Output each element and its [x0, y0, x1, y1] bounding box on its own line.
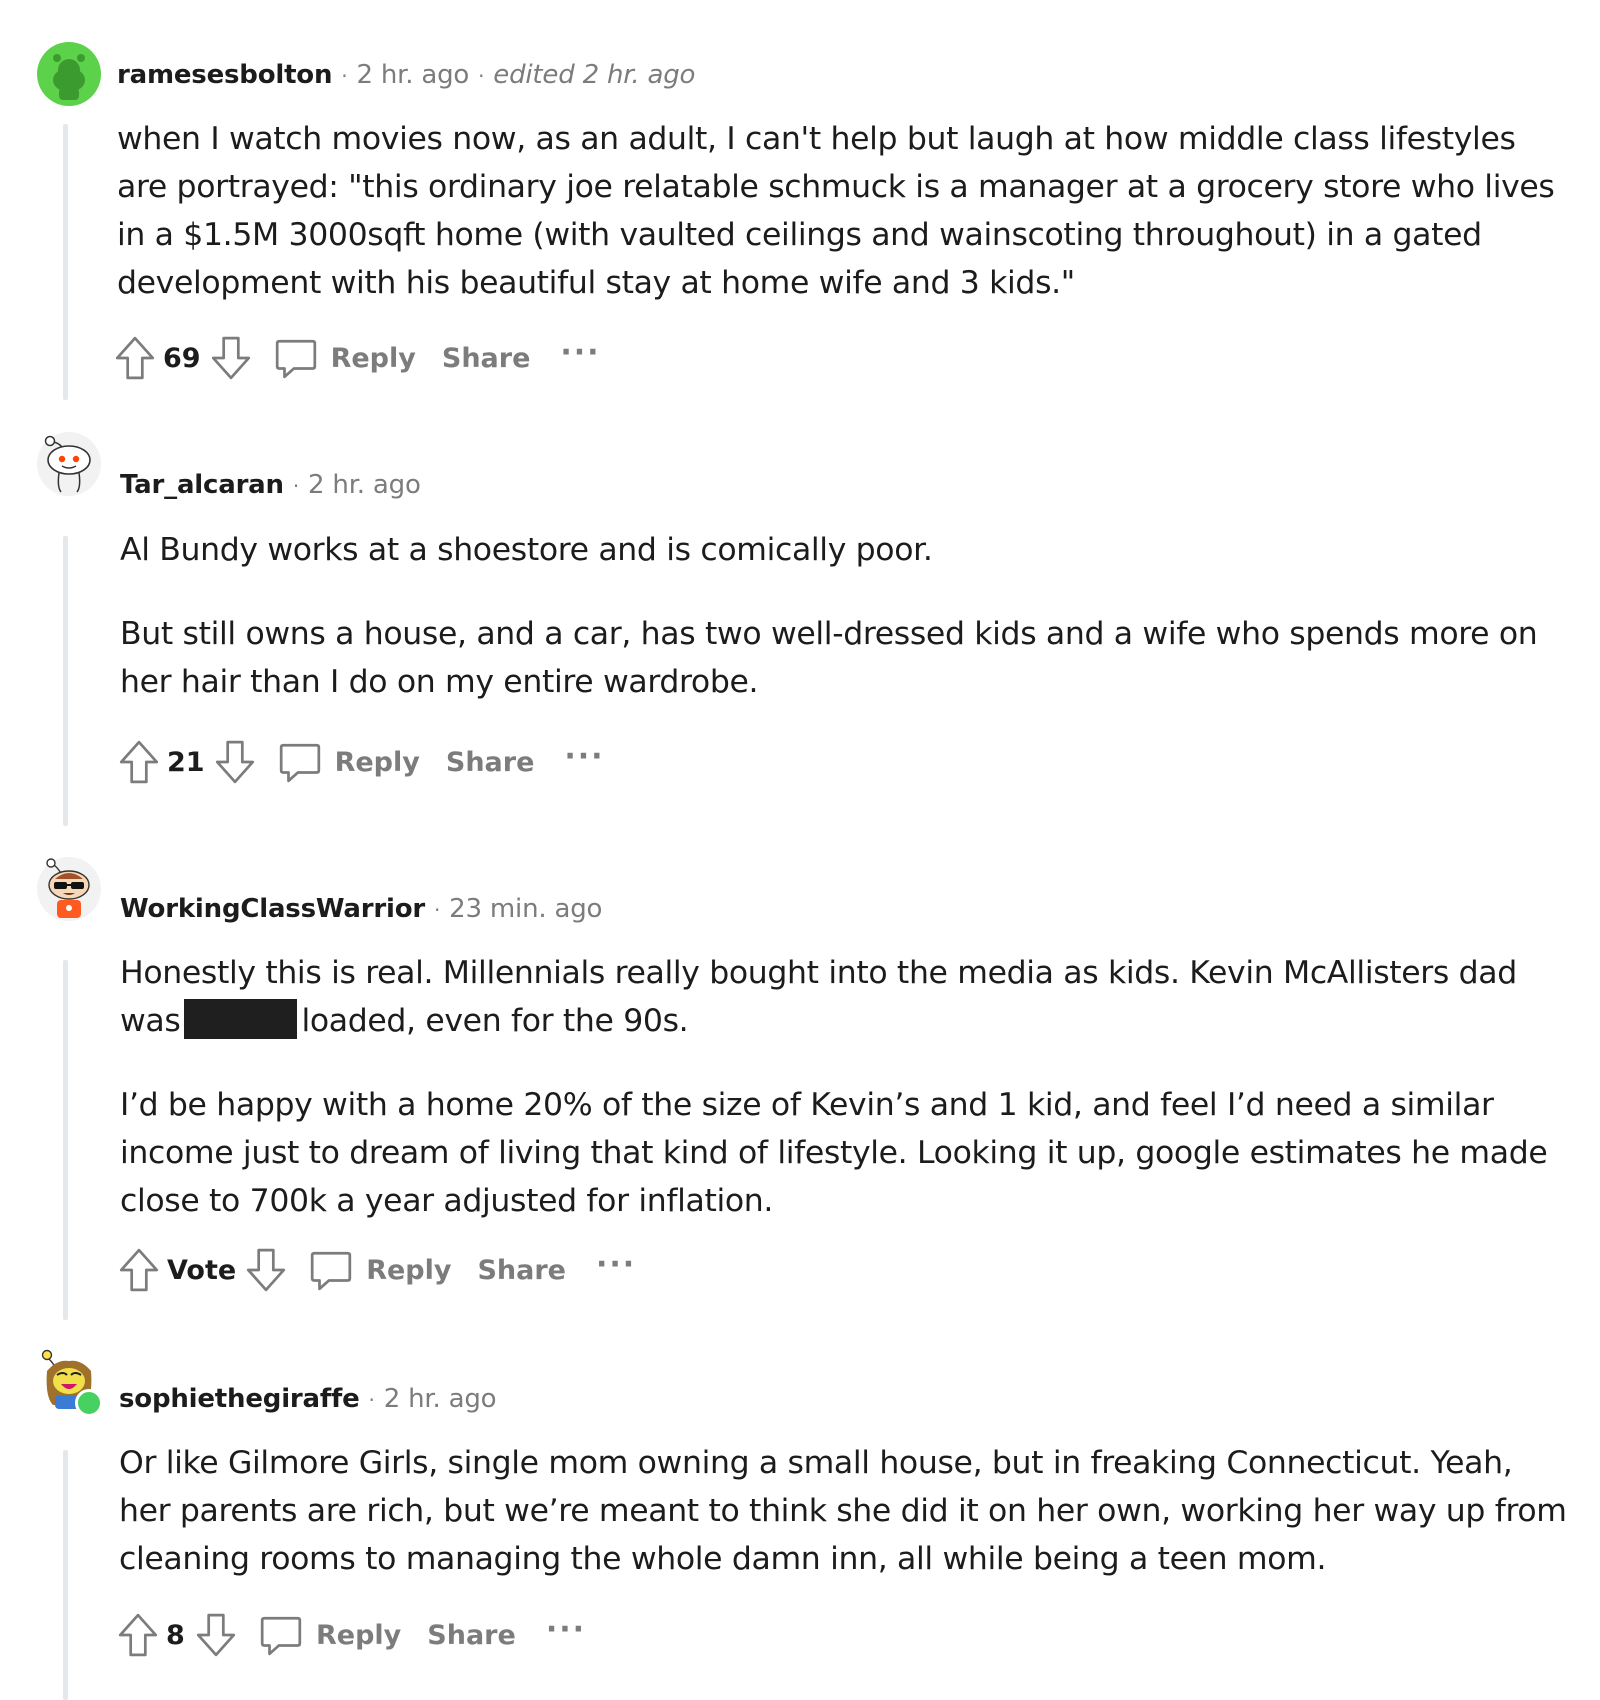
author-name[interactable]: ramesesbolton: [117, 60, 332, 90]
comment-body: Or like Gilmore Girls, single mom owning…: [119, 1439, 1569, 1583]
speech-bubble-icon: [260, 1616, 302, 1656]
separator-dot: ·: [434, 898, 441, 922]
reply-button[interactable]: Reply: [277, 739, 420, 785]
spoiler-redaction[interactable]: [184, 999, 298, 1039]
online-status-indicator: [75, 1389, 103, 1417]
separator-dot: ·: [292, 474, 300, 498]
upvote-arrow-icon: [119, 1248, 159, 1292]
vote-score: 8: [166, 1619, 185, 1651]
vote-score: 21: [167, 746, 205, 778]
sunglasses-snoo-avatar-icon: [37, 857, 101, 921]
green-snoo-avatar-icon: [37, 42, 101, 106]
separator-dot: ·: [368, 1388, 375, 1412]
reply-button[interactable]: Reply: [258, 1612, 401, 1658]
avatar[interactable]: [37, 1347, 103, 1417]
upvote-arrow-icon: [115, 336, 155, 380]
avatar[interactable]: [37, 42, 101, 106]
comment-actions: 21 Reply Share ···: [117, 737, 605, 787]
timestamp[interactable]: 2 hr. ago: [356, 60, 469, 90]
thread-line[interactable]: [63, 536, 68, 826]
comment-meta: ramesesbolton · 2 hr. ago · edited 2 hr.…: [117, 60, 695, 90]
avatar[interactable]: [37, 432, 101, 496]
vote-score: Vote: [167, 1254, 237, 1286]
speech-bubble-icon: [275, 339, 316, 379]
comment-actions: Vote Reply Share ···: [117, 1245, 636, 1295]
timestamp[interactable]: 2 hr. ago: [308, 470, 421, 500]
comment-body: when I watch movies now, as an adult, I …: [117, 115, 1567, 307]
comment-meta: sophiethegiraffe · 2 hr. ago: [119, 1384, 497, 1414]
vote-score: 69: [163, 342, 201, 374]
edited-label: edited 2 hr. ago: [493, 60, 696, 90]
share-button[interactable]: Share: [442, 343, 531, 374]
comment-body: Honestly this is real. Millennials reall…: [120, 949, 1570, 1225]
comment-body: Al Bundy works at a shoestore and is com…: [120, 526, 1570, 706]
share-button[interactable]: Share: [427, 1620, 516, 1651]
share-button[interactable]: Share: [477, 1255, 566, 1286]
upvote-button[interactable]: [116, 1611, 160, 1659]
reply-label: Reply: [366, 1254, 452, 1286]
author-name[interactable]: WorkingClassWarrior: [120, 894, 425, 924]
white-snoo-avatar-icon: [37, 432, 101, 496]
thread-line[interactable]: [63, 124, 68, 400]
comment-actions: 8 Reply Share ···: [116, 1610, 586, 1660]
reply-button[interactable]: Reply: [273, 335, 416, 381]
speech-bubble-icon: [279, 743, 320, 783]
comment-paragraph: Honestly this is real. Millennials reall…: [120, 949, 1570, 1045]
share-button[interactable]: Share: [446, 747, 535, 778]
downvote-button[interactable]: [209, 334, 253, 382]
more-options-button[interactable]: ···: [546, 1612, 586, 1647]
comment-meta: Tar_alcaran · 2 hr. ago: [120, 470, 421, 500]
reply-label: Reply: [316, 1619, 402, 1651]
comment-paragraph: Al Bundy works at a shoestore and is com…: [120, 532, 933, 568]
reply-button[interactable]: Reply: [308, 1247, 451, 1293]
timestamp[interactable]: 23 min. ago: [449, 894, 602, 924]
reply-label: Reply: [330, 342, 416, 374]
upvote-button[interactable]: [113, 334, 157, 382]
downvote-button[interactable]: [213, 738, 257, 786]
comment-meta: WorkingClassWarrior · 23 min. ago: [120, 894, 602, 924]
downvote-arrow-icon: [247, 1248, 286, 1292]
reply-label: Reply: [334, 746, 420, 778]
upvote-arrow-icon: [119, 740, 159, 784]
upvote-button[interactable]: [117, 738, 161, 786]
timestamp[interactable]: 2 hr. ago: [384, 1384, 497, 1414]
separator-dot: ·: [478, 64, 485, 88]
comment-paragraph: Or like Gilmore Girls, single mom owning…: [119, 1445, 1567, 1577]
more-options-button[interactable]: ···: [564, 739, 604, 774]
upvote-button[interactable]: [117, 1246, 161, 1294]
downvote-arrow-icon: [211, 336, 250, 380]
author-name[interactable]: Tar_alcaran: [120, 470, 284, 500]
avatar[interactable]: [37, 857, 101, 921]
comment-paragraph: I’d be happy with a home 20% of the size…: [120, 1087, 1548, 1219]
thread-line[interactable]: [63, 1450, 68, 1700]
author-name[interactable]: sophiethegiraffe: [119, 1384, 360, 1414]
upvote-arrow-icon: [118, 1613, 158, 1657]
downvote-button[interactable]: [194, 1611, 238, 1659]
comment-text: loaded, even for the 90s.: [301, 1003, 689, 1039]
more-options-button[interactable]: ···: [596, 1247, 636, 1282]
downvote-arrow-icon: [215, 740, 254, 784]
speech-bubble-icon: [311, 1251, 352, 1291]
downvote-arrow-icon: [196, 1613, 236, 1657]
comment-paragraph: But still owns a house, and a car, has t…: [120, 616, 1538, 700]
thread-line[interactable]: [63, 960, 68, 1320]
downvote-button[interactable]: [244, 1246, 288, 1294]
comment-paragraph: when I watch movies now, as an adult, I …: [117, 121, 1555, 301]
comment-actions: 69 Reply Share ···: [113, 333, 601, 383]
more-options-button[interactable]: ···: [560, 335, 600, 370]
separator-dot: ·: [341, 64, 348, 88]
